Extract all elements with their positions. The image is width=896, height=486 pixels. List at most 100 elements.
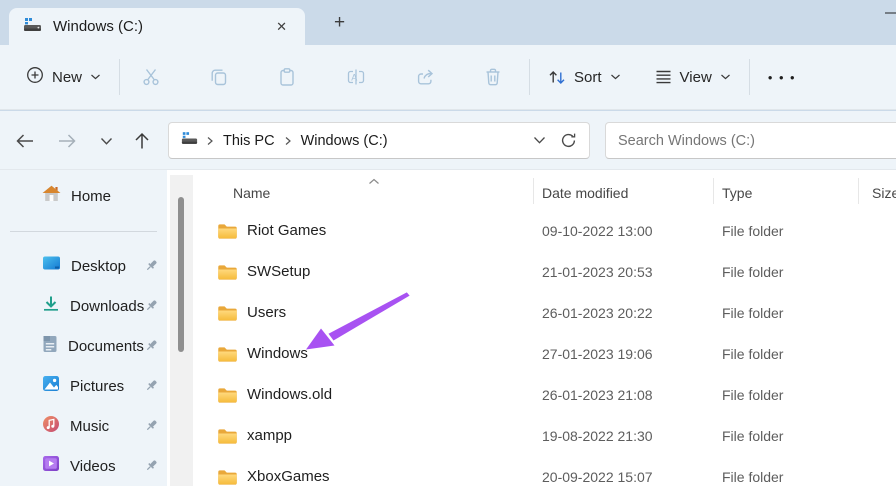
file-row-xboxgames[interactable]: XboxGames 20-09-2022 15:07 File folder (193, 458, 896, 486)
breadcrumb-windows-c[interactable]: Windows (C:) (294, 130, 395, 152)
file-row-users[interactable]: Users 26-01-2023 20:22 File folder (193, 294, 896, 335)
svg-text:A: A (351, 73, 357, 83)
delete-button[interactable] (471, 59, 515, 95)
rename-icon: A (347, 69, 365, 85)
desktop-icon (42, 255, 61, 277)
view-icon (656, 70, 671, 84)
scrollbar-track[interactable] (170, 175, 193, 486)
sidebar-item-label: Downloads (70, 297, 145, 315)
rename-button[interactable]: A (332, 59, 380, 95)
new-button[interactable]: New (16, 58, 111, 96)
sidebar-item-documents[interactable]: Documents (4, 326, 163, 366)
file-date-modified: 09-10-2022 13:00 (542, 223, 653, 239)
copy-icon (211, 69, 227, 86)
file-row-swsetup[interactable]: SWSetup 21-01-2023 20:53 File folder (193, 253, 896, 294)
toolbar-divider (529, 59, 531, 95)
explorer-body: Home Desktop Downloads Documents Picture… (0, 170, 896, 486)
file-row-riot-games[interactable]: Riot Games 09-10-2022 13:00 File folder (193, 212, 896, 253)
file-type: File folder (722, 346, 784, 362)
paste-icon (280, 68, 294, 86)
pin-icon (144, 378, 159, 398)
column-separator[interactable] (858, 178, 859, 204)
file-row-xampp[interactable]: xampp 19-08-2022 21:30 File folder (193, 417, 896, 458)
sort-ascending-icon (368, 172, 380, 190)
address-bar[interactable]: This PC Windows (C:) (168, 122, 590, 159)
file-name: Windows.old (247, 386, 333, 403)
column-header-date-modified[interactable]: Date modified (542, 180, 628, 206)
documents-icon (42, 335, 58, 358)
navigation-pane: Home Desktop Downloads Documents Picture… (0, 170, 167, 486)
sort-button[interactable]: Sort (538, 61, 631, 94)
column-separator[interactable] (713, 178, 714, 204)
new-tab-button[interactable]: + (326, 12, 353, 34)
back-button[interactable] (10, 128, 40, 154)
minimize-icon[interactable]: — (885, 4, 896, 21)
address-dropdown-icon[interactable] (533, 136, 546, 145)
view-button[interactable]: View (645, 61, 741, 94)
folder-icon (217, 387, 238, 409)
music-icon (42, 415, 60, 438)
file-type: File folder (722, 387, 784, 403)
folder-icon (217, 428, 238, 450)
home-icon (42, 185, 61, 207)
column-header-name[interactable]: Name (233, 180, 270, 206)
file-date-modified: 20-09-2022 15:07 (542, 469, 653, 485)
folder-icon (217, 223, 238, 245)
column-header-size[interactable]: Size (872, 180, 896, 206)
file-name: Users (247, 304, 287, 321)
breadcrumb-this-pc[interactable]: This PC (216, 130, 282, 152)
videos-icon (42, 455, 60, 477)
file-type: File folder (722, 223, 784, 239)
pin-icon (144, 298, 159, 318)
search-input[interactable] (618, 132, 896, 149)
file-date-modified: 19-08-2022 21:30 (542, 428, 653, 444)
sidebar-item-videos[interactable]: Videos (4, 446, 163, 486)
folder-icon (217, 346, 238, 368)
pictures-icon (42, 375, 60, 397)
cut-button[interactable] (128, 59, 174, 95)
file-type: File folder (722, 305, 784, 321)
paste-button[interactable] (264, 59, 310, 95)
sidebar-item-music[interactable]: Music (4, 406, 163, 446)
copy-button[interactable] (196, 59, 242, 95)
toolbar-divider (119, 59, 121, 95)
sidebar-item-label: Music (70, 417, 110, 435)
column-header-type[interactable]: Type (722, 180, 752, 206)
drive-icon (181, 131, 198, 150)
share-icon (417, 69, 434, 85)
file-row-windows[interactable]: Windows 27-01-2023 19:06 File folder (193, 335, 896, 376)
recent-locations-button[interactable] (91, 128, 121, 154)
sort-button-label: Sort (574, 68, 602, 86)
file-name: XboxGames (247, 468, 330, 485)
tab-title: Windows (C:) (53, 18, 144, 35)
refresh-icon[interactable] (560, 132, 577, 149)
file-rows: Riot Games 09-10-2022 13:00 File folder … (193, 212, 896, 486)
pin-icon (144, 458, 159, 478)
chevron-down-icon (610, 74, 620, 80)
file-name: SWSetup (247, 263, 311, 280)
up-button[interactable] (127, 128, 157, 154)
file-name: xampp (247, 427, 293, 444)
file-list: Name Date modified Type Size Riot Games … (193, 170, 896, 486)
scrollbar-thumb[interactable] (178, 197, 184, 352)
sidebar-item-label: Home (71, 187, 112, 205)
sidebar-item-desktop[interactable]: Desktop (4, 246, 163, 286)
sidebar-item-pictures[interactable]: Pictures (4, 366, 163, 406)
tab-windows-c[interactable]: Windows (C:) ✕ (9, 8, 305, 45)
sidebar-divider (10, 231, 157, 232)
sidebar-item-downloads[interactable]: Downloads (4, 286, 163, 326)
forward-button[interactable] (52, 128, 82, 154)
more-options-icon[interactable]: ● ● ● (758, 67, 807, 88)
breadcrumb-chevron-icon (282, 136, 294, 146)
file-date-modified: 27-01-2023 19:06 (542, 346, 653, 362)
toolbar-divider (748, 59, 750, 95)
sidebar-item-home[interactable]: Home (4, 176, 163, 216)
column-separator[interactable] (533, 178, 534, 204)
file-date-modified: 26-01-2023 21:08 (542, 387, 653, 403)
share-button[interactable] (402, 59, 449, 95)
file-explorer-window: Windows (C:) ✕ + — New (0, 0, 896, 486)
sidebar-item-label: Videos (70, 457, 116, 475)
file-row-windows-old[interactable]: Windows.old 26-01-2023 21:08 File folder (193, 376, 896, 417)
tab-close-icon[interactable]: ✕ (268, 16, 295, 38)
search-box (605, 122, 896, 159)
